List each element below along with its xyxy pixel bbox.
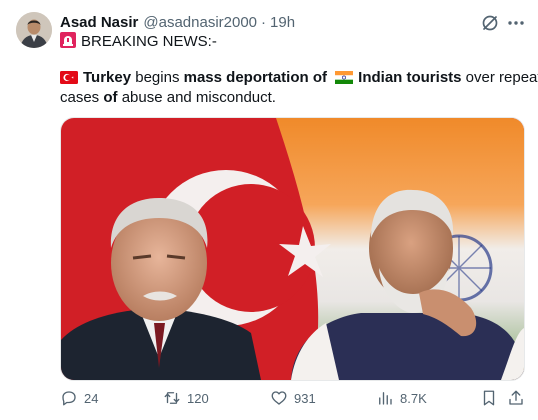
action-bar: 24 120 931 8.7K bbox=[0, 386, 538, 410]
grok-icon[interactable] bbox=[480, 13, 500, 33]
text-mass-deportation: mass deportation of bbox=[183, 69, 327, 86]
text-cases: cases bbox=[60, 89, 104, 106]
repost-icon bbox=[164, 392, 180, 404]
tweet-media-image[interactable] bbox=[60, 117, 525, 381]
reply-button[interactable]: 24 bbox=[60, 386, 98, 410]
more-icon[interactable] bbox=[506, 13, 526, 33]
bookmark-icon bbox=[483, 390, 495, 406]
timestamp[interactable]: 19h bbox=[270, 14, 295, 31]
repost-count: 120 bbox=[187, 390, 209, 406]
text-abuse-misconduct: abuse and misconduct. bbox=[117, 89, 276, 106]
like-count: 931 bbox=[294, 390, 316, 406]
tweet-header: Asad Nasir @asadnasir2000 · 19h bbox=[60, 12, 295, 32]
bookmark-button[interactable] bbox=[480, 386, 498, 410]
avatar[interactable] bbox=[16, 12, 52, 48]
text-over-repeated: over repeated bbox=[465, 69, 538, 86]
like-button[interactable]: 931 bbox=[270, 386, 316, 410]
india-flag-icon bbox=[335, 71, 354, 84]
tweet-card[interactable]: Asad Nasir @asadnasir2000 · 19h BREAKING… bbox=[0, 0, 538, 420]
word-turkey: Turkey bbox=[83, 69, 132, 86]
share-button[interactable] bbox=[507, 386, 525, 410]
text-begins: begins bbox=[131, 69, 184, 86]
reply-icon bbox=[62, 391, 76, 406]
reply-count: 24 bbox=[84, 390, 99, 406]
text-indian-tourists: Indian tourists bbox=[358, 69, 462, 86]
like-icon bbox=[271, 391, 287, 405]
views-button[interactable]: 8.7K bbox=[376, 386, 427, 410]
author-name[interactable]: Asad Nasir bbox=[60, 14, 138, 31]
tweet-text-line-3: cases of abuse and misconduct. bbox=[60, 88, 276, 108]
breaking-news-text: BREAKING NEWS:- bbox=[81, 33, 217, 50]
tweet-text-line-1: BREAKING NEWS:- bbox=[60, 32, 217, 52]
views-count: 8.7K bbox=[400, 390, 427, 406]
tweet-text-line-2: Turkey begins mass deportation of Indian… bbox=[60, 68, 538, 88]
repost-button[interactable]: 120 bbox=[163, 386, 209, 410]
turkey-flag-icon bbox=[60, 71, 78, 84]
author-handle[interactable]: @asadnasir2000 bbox=[143, 14, 257, 31]
siren-icon bbox=[60, 32, 76, 48]
separator-dot: · bbox=[261, 13, 267, 31]
views-icon bbox=[379, 392, 392, 405]
text-of: of bbox=[103, 89, 118, 106]
share-icon bbox=[509, 390, 523, 405]
